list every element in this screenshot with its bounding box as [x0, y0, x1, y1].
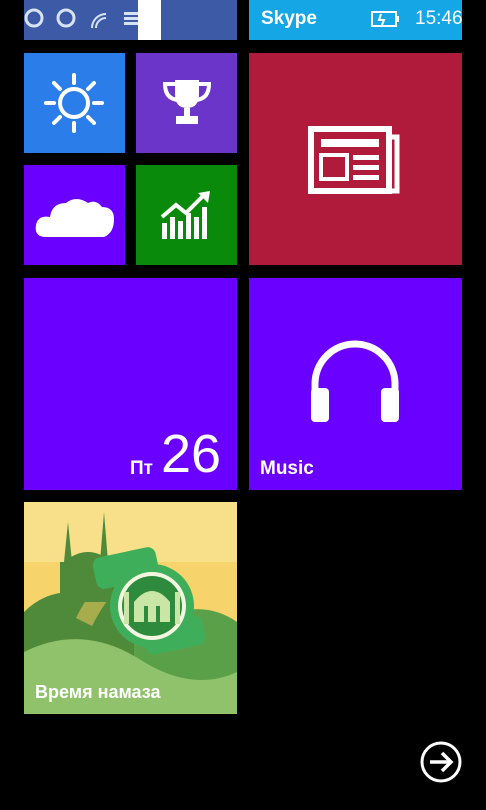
clock-time: 15:46 — [415, 8, 462, 29]
calendar-day-abbrev: Пт — [130, 458, 153, 479]
trophy-icon — [162, 80, 212, 124]
weather-tile[interactable] — [24, 53, 125, 153]
news-tile[interactable] — [249, 53, 462, 265]
music-label: Music — [260, 458, 314, 479]
prayer-label: Время намаза — [35, 682, 161, 702]
calendar-day-number: 26 — [161, 424, 222, 484]
onedrive-cloud-icon — [35, 199, 114, 237]
trophy-tile[interactable] — [136, 53, 237, 153]
skype-label: Skype — [261, 8, 317, 29]
chart-growth-icon — [160, 191, 210, 239]
arrow-circle-right-icon[interactable] — [419, 740, 463, 784]
headphones-icon — [311, 340, 399, 422]
notification-icons — [24, 8, 138, 29]
calendar-tile[interactable]: Пт 26 — [24, 278, 237, 490]
sun-icon — [44, 73, 104, 133]
notification-tile[interactable] — [24, 0, 237, 40]
prayer-time-tile[interactable]: Время намаза — [24, 502, 237, 714]
skype-tile[interactable]: Skype 15:46 — [249, 0, 462, 40]
white-block — [138, 0, 161, 40]
money-tile[interactable] — [136, 165, 237, 265]
onedrive-tile[interactable] — [24, 165, 125, 265]
newspaper-icon — [308, 126, 400, 194]
battery-charging-icon — [371, 11, 399, 27]
music-tile[interactable]: Music — [249, 278, 462, 490]
